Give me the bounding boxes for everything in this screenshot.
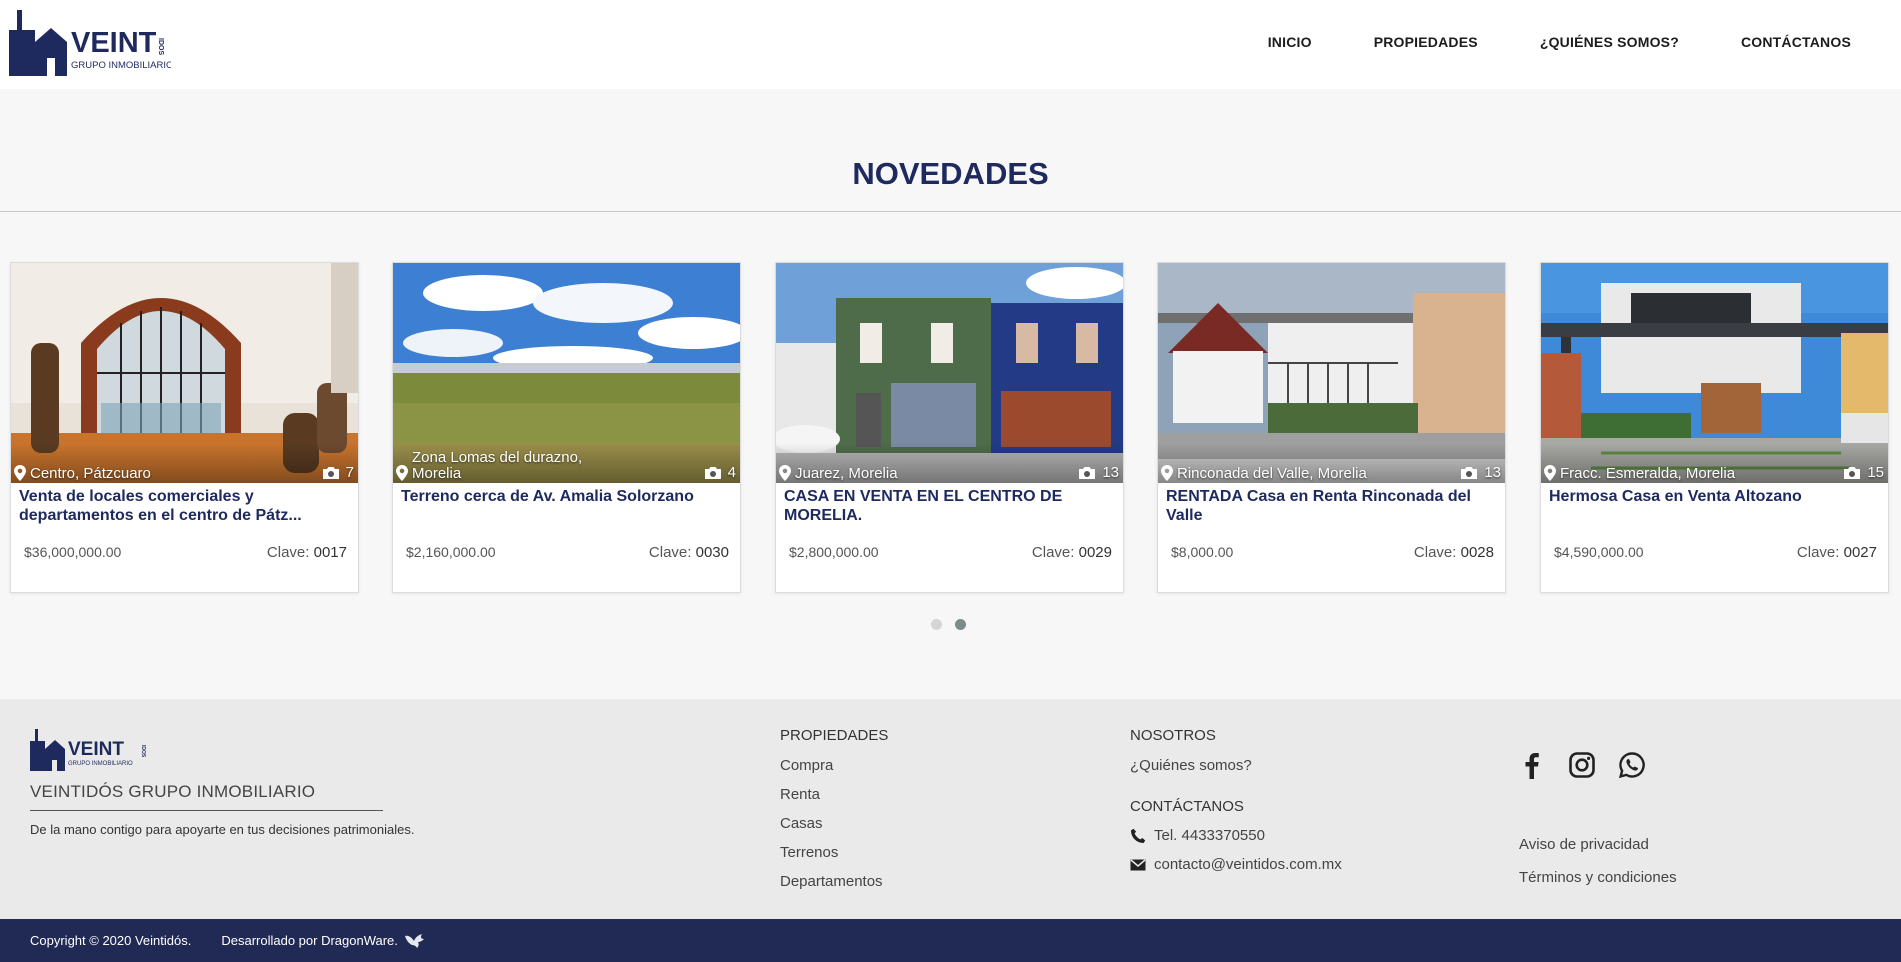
nav-quienes-somos[interactable]: ¿QUIÉNES SOMOS? — [1540, 34, 1679, 50]
site-footer: VEINT IDOS GRUPO INMOBILIARIO VEINTIDÓS … — [0, 699, 1901, 919]
section-divider — [0, 211, 1901, 212]
svg-text:GRUPO INMOBILIARIO: GRUPO INMOBILIARIO — [68, 761, 133, 767]
property-card[interactable]: Rinconada del Valle, Morelia 13 RENTADA … — [1157, 262, 1506, 593]
footer-link-quienes-somos[interactable]: ¿Quiénes somos? — [1130, 757, 1342, 774]
photo-count: 15 — [1843, 464, 1884, 481]
map-pin-icon — [1161, 465, 1173, 481]
property-location: Juarez, Morelia — [779, 465, 1019, 482]
property-photo[interactable]: Zona Lomas del durazno, Morelia 4 — [393, 263, 740, 483]
map-pin-icon — [396, 465, 408, 481]
footer-link-compra[interactable]: Compra — [780, 757, 888, 774]
map-pin-icon — [14, 465, 26, 481]
section-title: NOVEDADES — [852, 156, 1049, 191]
instagram-icon[interactable] — [1568, 751, 1596, 779]
carousel-dot-1[interactable] — [931, 619, 942, 630]
property-clave: Clave: 0017 — [266, 544, 347, 561]
property-title[interactable]: Venta de locales comerciales y departame… — [19, 487, 349, 525]
footer-link-renta[interactable]: Renta — [780, 786, 888, 803]
property-price: $2,800,000.00 — [789, 544, 879, 560]
property-title[interactable]: RENTADA Casa en Renta Rinconada del Vall… — [1166, 487, 1496, 525]
map-pin-icon — [779, 465, 791, 481]
property-clave: Clave: 0028 — [1413, 544, 1494, 561]
svg-text:VEINT: VEINT — [68, 739, 124, 760]
dragon-logo-icon — [404, 933, 424, 948]
property-photo[interactable]: Centro, Pátzcuaro 7 — [11, 263, 358, 483]
footer-link-departamentos[interactable]: Departamentos — [780, 873, 888, 890]
property-price: $4,590,000.00 — [1554, 544, 1644, 560]
property-price: $8,000.00 — [1171, 544, 1234, 560]
property-photo[interactable]: Juarez, Morelia 13 — [776, 263, 1123, 483]
footer-heading-properties: PROPIEDADES — [780, 727, 889, 744]
brand-logo[interactable]: VEINT IDOS GRUPO INMOBILIARIO — [9, 8, 171, 82]
carousel-pagination — [931, 619, 979, 630]
property-location: Rinconada del Valle, Morelia — [1161, 465, 1401, 482]
property-card[interactable]: Centro, Pátzcuaro 7 Venta de locales com… — [10, 262, 359, 593]
social-links — [1518, 751, 1668, 779]
camera-icon — [322, 466, 339, 479]
camera-icon — [1844, 466, 1861, 479]
footer-phone[interactable]: Tel. 4433370550 — [1130, 827, 1342, 844]
property-card[interactable]: Fracc. Esmeralda, Morelia 15 Hermosa Cas… — [1540, 262, 1889, 593]
site-header: VEINT IDOS GRUPO INMOBILIARIO INICIO PRO… — [0, 0, 1901, 89]
property-location: Zona Lomas del durazno, Morelia — [396, 450, 636, 482]
property-location: Centro, Pátzcuaro — [14, 465, 254, 482]
privacy-notice-link[interactable]: Aviso de privacidad — [1519, 836, 1677, 853]
footer-about-column: NOSOTROS ¿Quiénes somos? CONTÁCTANOS Tel… — [1130, 727, 1342, 885]
nav-contactanos[interactable]: CONTÁCTANOS — [1741, 34, 1851, 50]
photo-count: 13 — [1078, 464, 1119, 481]
footer-link-casas[interactable]: Casas — [780, 815, 888, 832]
footer-link-terrenos[interactable]: Terrenos — [780, 844, 888, 861]
property-clave: Clave: 0030 — [648, 544, 729, 561]
photo-count: 13 — [1460, 464, 1501, 481]
footer-slogan: De la mano contigo para apoyarte en tus … — [30, 822, 415, 837]
footer-heading-nosotros: NOSOTROS — [1130, 727, 1216, 744]
camera-icon — [1079, 466, 1096, 479]
footer-divider — [30, 810, 383, 811]
nav-propiedades[interactable]: PROPIEDADES — [1374, 34, 1478, 50]
property-photo[interactable]: Fracc. Esmeralda, Morelia 15 — [1541, 263, 1888, 483]
camera-icon — [1461, 466, 1478, 479]
property-title[interactable]: Hermosa Casa en Venta Altozano — [1549, 487, 1879, 506]
property-title[interactable]: Terreno cerca de Av. Amalia Solorzano — [401, 487, 731, 506]
footer-email[interactable]: contacto@veintidos.com.mx — [1130, 856, 1342, 873]
property-price: $36,000,000.00 — [24, 544, 122, 560]
developer-credit[interactable]: Desarrollado por DragonWare. — [221, 933, 428, 949]
terms-link[interactable]: Términos y condiciones — [1519, 869, 1677, 886]
footer-properties-column: PROPIEDADES Compra Renta Casas Terrenos … — [780, 727, 888, 902]
footer-brand-name: VEINTIDÓS GRUPO INMOBILIARIO — [30, 782, 316, 801]
svg-text:GRUPO INMOBILIARIO: GRUPO INMOBILIARIO — [71, 60, 171, 71]
facebook-icon[interactable] — [1518, 751, 1546, 779]
phone-icon — [1131, 828, 1146, 843]
footer-heading-contact: CONTÁCTANOS — [1130, 798, 1244, 815]
email-icon — [1130, 858, 1146, 870]
footer-logo[interactable]: VEINT IDOS GRUPO INMOBILIARIO — [30, 727, 148, 773]
copyright-text: Copyright © 2020 Veintidós. — [30, 933, 192, 948]
property-location: Fracc. Esmeralda, Morelia — [1544, 465, 1784, 482]
whatsapp-icon[interactable] — [1618, 751, 1646, 779]
nav-inicio[interactable]: INICIO — [1268, 34, 1312, 50]
legal-links: Aviso de privacidad Términos y condicion… — [1519, 836, 1677, 902]
property-photo[interactable]: Rinconada del Valle, Morelia 13 — [1158, 263, 1505, 483]
svg-text:IDOS: IDOS — [140, 745, 146, 758]
main-nav: INICIO PROPIEDADES ¿QUIÉNES SOMOS? CONTÁ… — [1206, 0, 1851, 84]
carousel-dot-2[interactable] — [955, 619, 966, 630]
property-card[interactable]: Zona Lomas del durazno, Morelia 4 Terren… — [392, 262, 741, 593]
property-carousel: Centro, Pátzcuaro 7 Venta de locales com… — [10, 262, 1890, 594]
svg-text:IDOS: IDOS — [157, 38, 164, 55]
map-pin-icon — [1544, 465, 1556, 481]
property-title[interactable]: CASA EN VENTA EN EL CENTRO DE MORELIA. — [784, 487, 1114, 525]
photo-count: 7 — [322, 464, 354, 481]
property-card[interactable]: Juarez, Morelia 13 CASA EN VENTA EN EL C… — [775, 262, 1124, 593]
property-clave: Clave: 0029 — [1031, 544, 1112, 561]
property-clave: Clave: 0027 — [1796, 544, 1877, 561]
property-price: $2,160,000.00 — [406, 544, 496, 560]
photo-count: 4 — [704, 464, 736, 481]
copyright-bar: Copyright © 2020 Veintidós. Desarrollado… — [0, 919, 1901, 962]
svg-text:VEINT: VEINT — [71, 27, 157, 59]
camera-icon — [704, 466, 721, 479]
